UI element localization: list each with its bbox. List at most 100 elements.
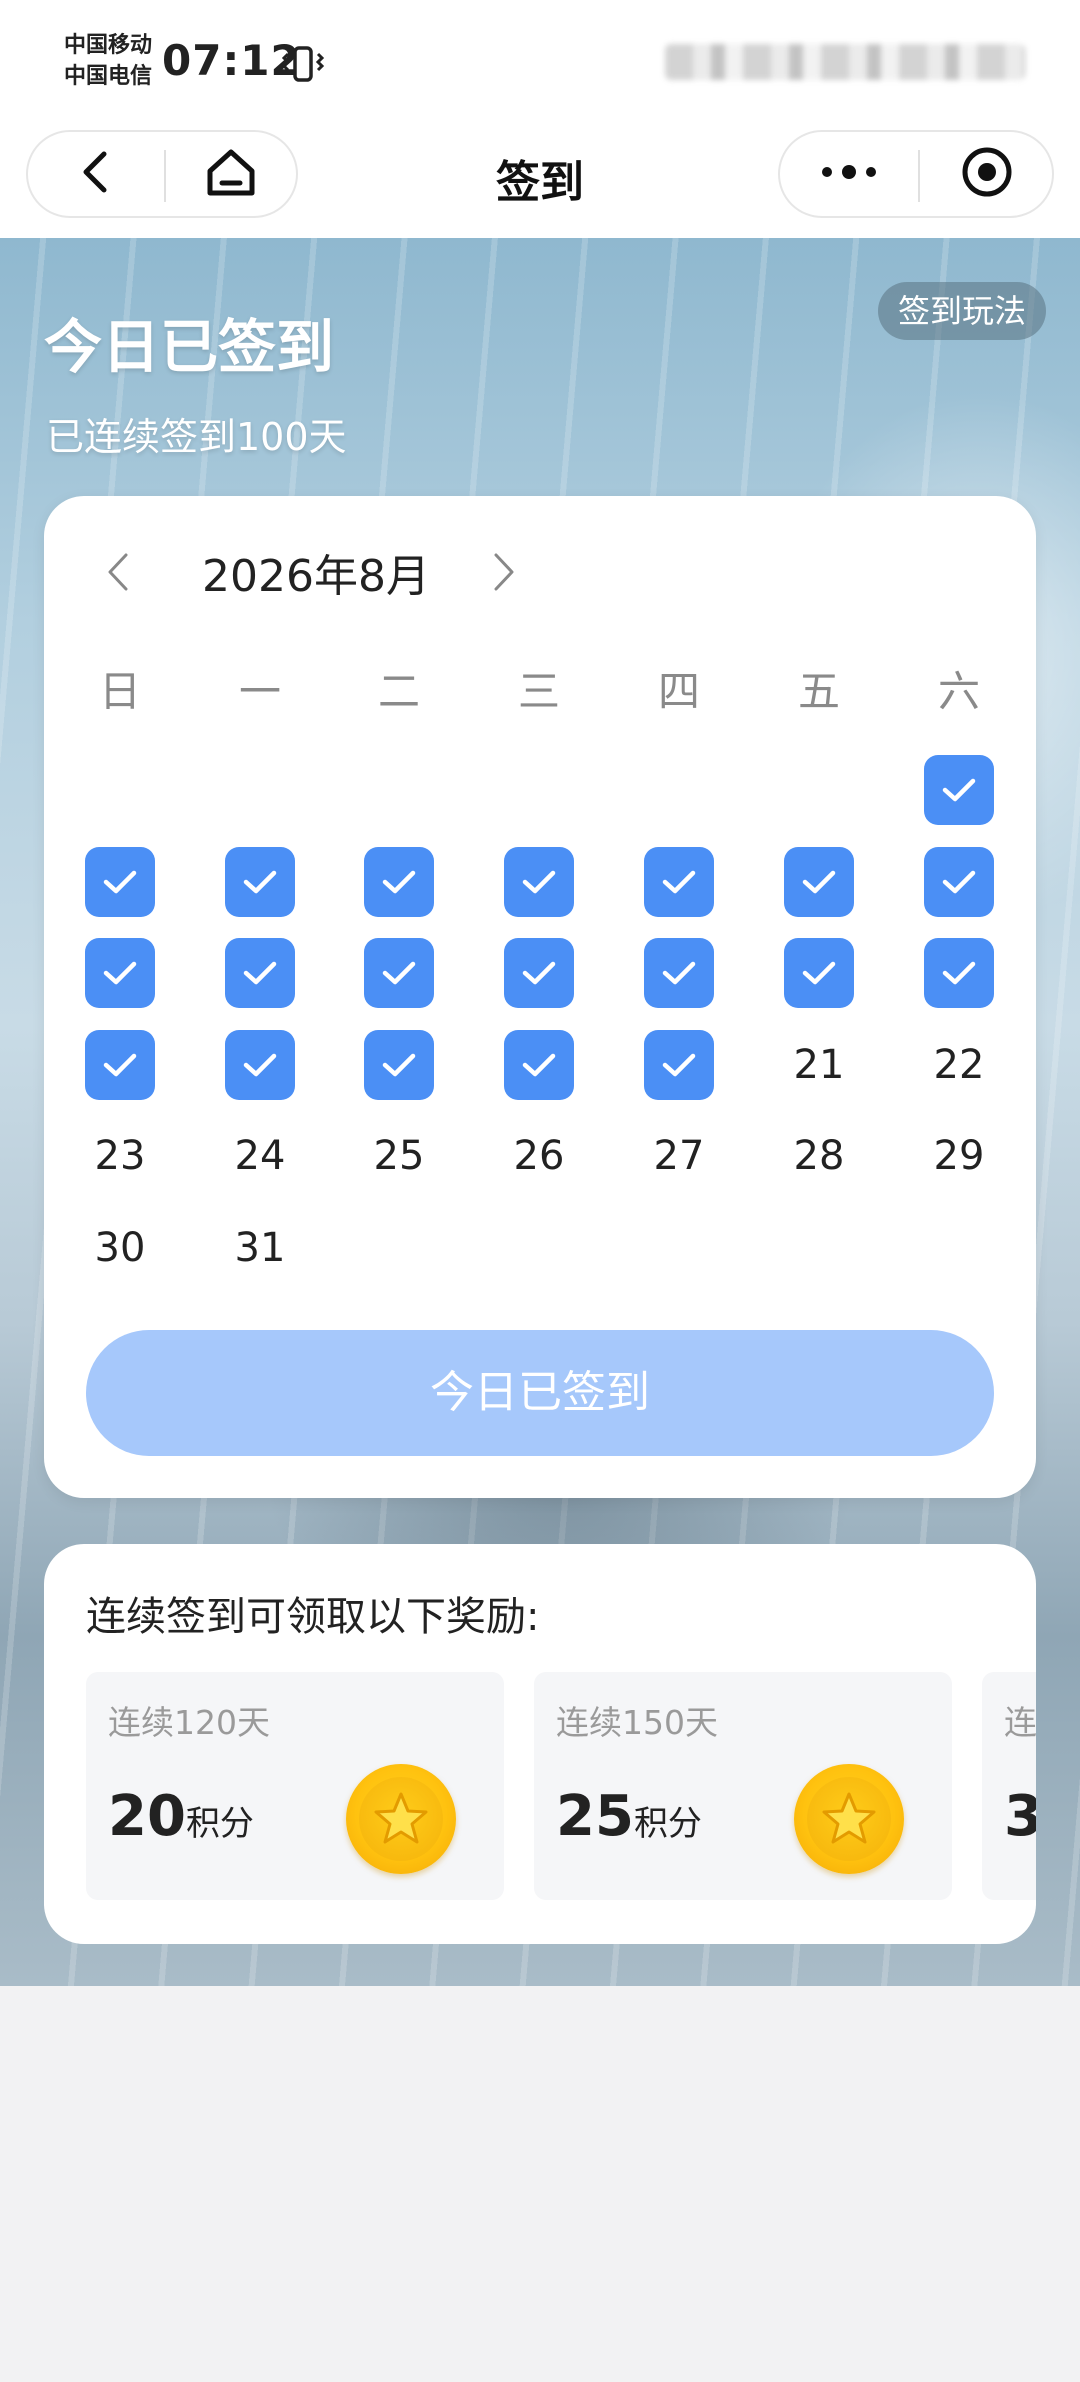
status-bar: 中国移动 中国电信 07:12	[0, 0, 1080, 128]
calendar-day-number: 23	[94, 1133, 146, 1179]
reward-points-value: 25	[556, 1784, 634, 1849]
calendar-day-checked	[364, 938, 434, 1008]
calendar-day-checked	[85, 846, 155, 917]
checkmark-icon	[100, 867, 140, 897]
rewards-title: 连续签到可领取以下奖励:	[86, 1594, 540, 1640]
checkmark-icon	[240, 1050, 280, 1080]
calendar-day: 31	[225, 1213, 295, 1283]
calendar-day-number: 24	[234, 1133, 286, 1179]
weekday-label: 二	[377, 667, 420, 716]
reward-item[interactable]: 连续120天 20积分	[86, 1672, 504, 1900]
close-miniapp-button[interactable]	[920, 132, 1054, 216]
weekday-label: 日	[98, 667, 141, 716]
calendar-day-checked	[644, 846, 714, 917]
checkmark-icon	[379, 958, 419, 988]
reward-points-unit: 积分	[633, 1804, 702, 1844]
target-circle-icon	[960, 145, 1014, 203]
reward-days: 连续150天	[556, 1703, 718, 1742]
calendar-day-checked	[504, 938, 574, 1008]
calendar-day-checked	[364, 846, 434, 917]
calendar-day: 25	[364, 1121, 434, 1191]
checkmark-icon	[519, 867, 559, 897]
calendar-day-number: 26	[513, 1133, 565, 1179]
calendar-day: 30	[85, 1213, 155, 1283]
reward-points: 25积分	[556, 1784, 702, 1849]
reward-item[interactable]: 连续150天 25积分	[534, 1672, 952, 1900]
calendar-day: 28	[784, 1121, 854, 1191]
calendar-day: 26	[504, 1121, 574, 1191]
calendar-day-checked	[924, 846, 994, 917]
calendar-day-number: 22	[933, 1041, 985, 1088]
checkmark-icon	[659, 958, 699, 988]
streak-text: 已连续签到100天	[46, 415, 347, 459]
checkmark-icon	[379, 1050, 419, 1080]
weekday-label: 三	[517, 667, 560, 716]
calendar-card: 2026年8月 日 一 二 三 四 五 六 21 22 23 24 25 26 27 28 29 30 31 今…	[44, 496, 1036, 1498]
checkmark-icon	[519, 1050, 559, 1080]
calendar-day-checked	[924, 755, 994, 825]
sign-in-button[interactable]: 今日已签到	[86, 1330, 994, 1456]
checkmark-icon	[939, 867, 979, 897]
calendar-day-checked	[784, 938, 854, 1008]
calendar-day-checked	[644, 938, 714, 1008]
calendar-day-checked	[784, 846, 854, 917]
calendar-day-number: 31	[234, 1224, 286, 1271]
calendar-day-checked	[644, 1029, 714, 1100]
hero-title: 今日已签到	[44, 313, 335, 381]
prev-month-button[interactable]	[106, 552, 130, 596]
calendar-day-number: 30	[94, 1224, 146, 1271]
reward-points-value: 3	[1004, 1784, 1036, 1849]
calendar-day-checked	[364, 1029, 434, 1100]
reward-points: 3	[1004, 1784, 1036, 1849]
calendar-day-checked	[504, 846, 574, 917]
calendar-day-number: 29	[933, 1133, 985, 1179]
nav-bar: 签到	[0, 128, 1080, 238]
weekday-label: 一	[238, 667, 281, 716]
checkmark-icon	[519, 958, 559, 988]
checkmark-icon	[799, 867, 839, 897]
checkmark-icon	[240, 867, 280, 897]
chevron-right-icon	[492, 553, 516, 596]
reward-points-unit: 积分	[185, 1804, 254, 1844]
calendar-day-number: 21	[793, 1041, 845, 1088]
calendar-day: 23	[85, 1121, 155, 1191]
calendar-day: 21	[784, 1030, 854, 1100]
calendar-day-number: 27	[653, 1133, 705, 1179]
calendar-day-checked	[504, 1029, 574, 1100]
blurred-status-icons	[665, 44, 1025, 80]
reward-days: 连	[1004, 1703, 1036, 1742]
calendar-day-checked	[85, 1029, 155, 1100]
month-label: 2026年8月	[202, 551, 430, 602]
calendar-day-checked	[225, 846, 295, 917]
checkmark-icon	[100, 1050, 140, 1080]
reward-points: 20积分	[108, 1784, 254, 1849]
checkmark-icon	[659, 1050, 699, 1080]
calendar-day: 24	[225, 1121, 295, 1191]
calendar-day-number: 25	[373, 1133, 425, 1179]
calendar-day: 22	[924, 1030, 994, 1100]
more-button[interactable]	[782, 132, 916, 216]
checkmark-icon	[659, 867, 699, 897]
calendar-day-checked	[225, 938, 295, 1008]
checkmark-icon	[100, 958, 140, 988]
coin-star-icon	[346, 1764, 456, 1874]
status-time: 07:12	[162, 36, 301, 85]
chevron-left-icon	[106, 553, 130, 596]
nav-capsule-right	[778, 130, 1054, 218]
calendar-day-number: 28	[793, 1133, 845, 1179]
checkmark-icon	[799, 958, 839, 988]
checkmark-icon	[379, 867, 419, 897]
month-switcher: 2026年8月	[44, 536, 644, 602]
weekday-label: 四	[657, 667, 700, 716]
page-bottom-blank	[0, 1986, 1080, 2382]
more-dots-icon	[819, 162, 879, 186]
checkmark-icon	[939, 775, 979, 805]
calendar-day-checked	[85, 938, 155, 1008]
checkmark-icon	[240, 958, 280, 988]
next-month-button[interactable]	[492, 552, 516, 596]
carrier-1: 中国移动	[64, 33, 153, 58]
calendar-day-checked	[924, 938, 994, 1008]
reward-item[interactable]: 连 3	[982, 1672, 1036, 1900]
coin-star-icon	[794, 1764, 904, 1874]
rules-button[interactable]: 签到玩法	[878, 282, 1047, 340]
